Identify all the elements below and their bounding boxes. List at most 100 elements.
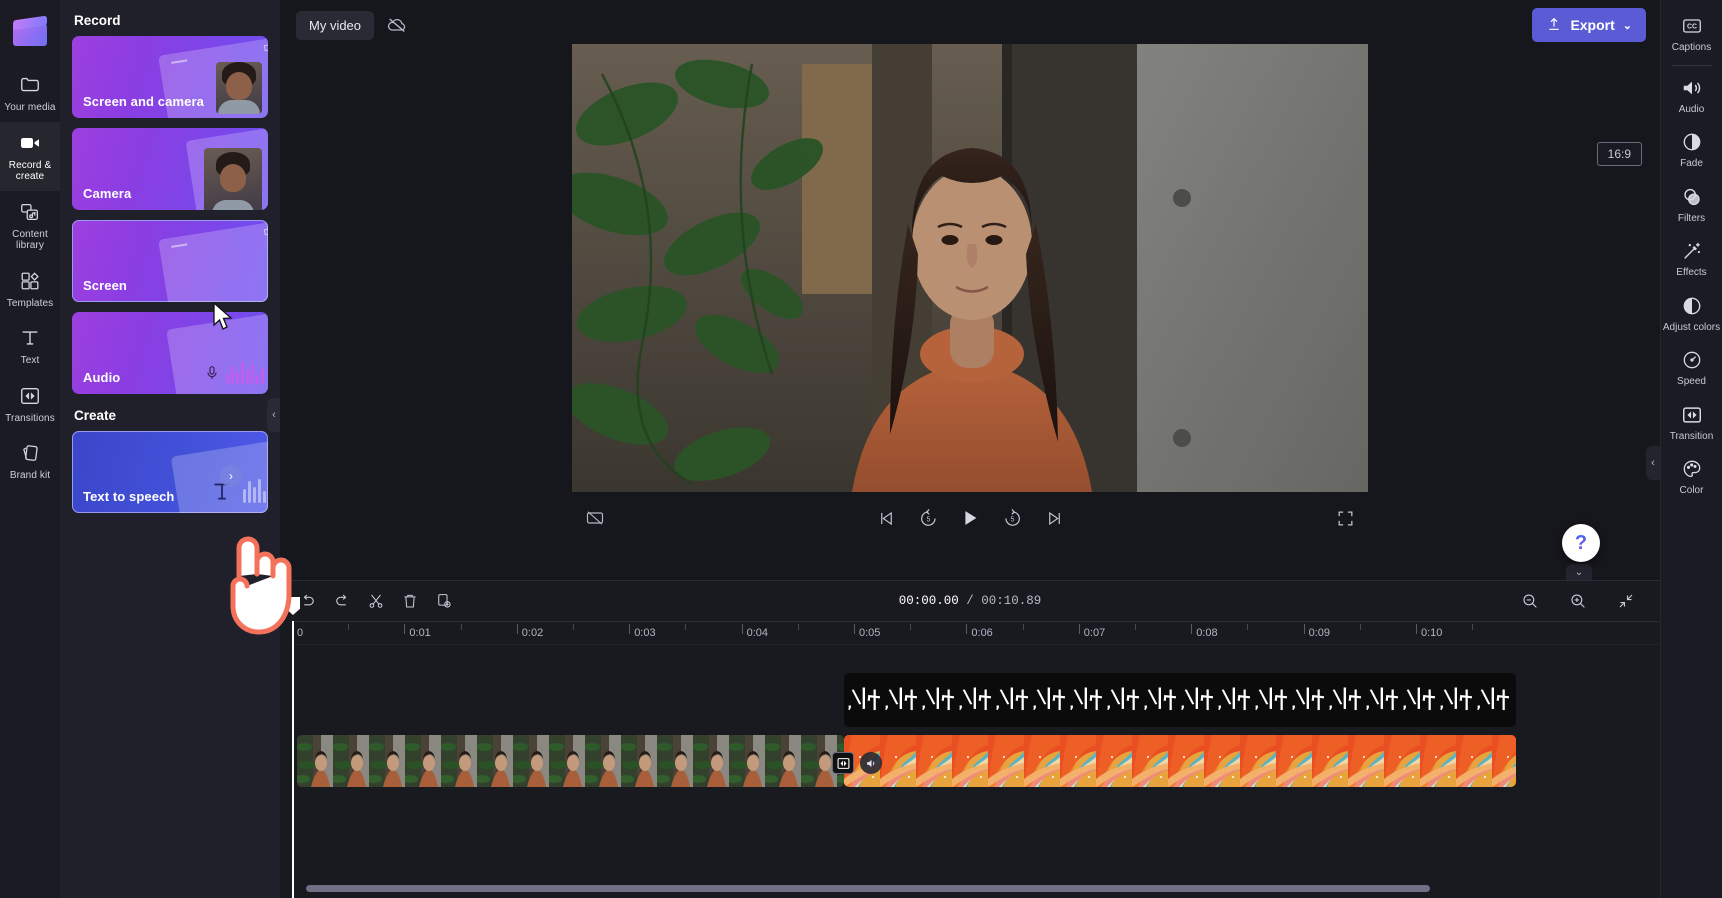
text-thumbnail: \, | ⌐ | [956, 685, 995, 713]
forward-5-icon[interactable]: 5 [999, 505, 1025, 531]
ruler-tick-label: 0:05 [859, 627, 881, 639]
text-thumbnail: \, | ⌐ | [919, 685, 958, 713]
fit-to-screen-button[interactable] [1612, 587, 1640, 615]
video-frame-thumbnail [1096, 735, 1132, 787]
card-label: Text to speech [83, 489, 175, 504]
video-camera-icon [18, 131, 42, 155]
sidebar-item-brand-kit[interactable]: Brand kit [0, 432, 60, 490]
text-clip[interactable]: \, | ⌐ | \, | ⌐ | \, | ⌐ | \, | ⌐ | \, | ⌐ | \, | ⌐ | \, | ⌐ | \, | ⌐ |… [844, 673, 1516, 727]
card-text-to-speech[interactable]: › Text to speech [72, 431, 268, 513]
rewind-5-icon[interactable]: 5 [915, 505, 941, 531]
video-frame-thumbnail [618, 735, 657, 787]
chevron-right-icon[interactable]: › [220, 465, 242, 487]
ruler-tick-label: 0 [297, 627, 304, 639]
video-frame-thumbnail [402, 735, 441, 787]
palette-icon [1680, 457, 1704, 481]
screen-art [158, 221, 268, 302]
card-audio[interactable]: Audio [72, 312, 268, 394]
zoom-out-button[interactable] [1516, 587, 1544, 615]
redo-button[interactable] [328, 587, 356, 615]
playhead[interactable] [286, 597, 300, 898]
templates-icon [18, 269, 42, 293]
split-button[interactable] [362, 587, 390, 615]
video-frame-thumbnail [366, 735, 405, 787]
sidebar-label: Record & create [8, 159, 52, 183]
panel-collapse-button[interactable]: ‹ [267, 398, 280, 432]
video-clip-a[interactable] [297, 735, 844, 787]
sidebar-label: Your media [4, 102, 56, 113]
current-time: 00:00.00 [898, 594, 959, 608]
video-frame-thumbnail [330, 735, 369, 787]
svg-text:5: 5 [1010, 516, 1014, 523]
preview-collapse-button[interactable]: ‹ [1646, 446, 1660, 480]
content-library-icon [18, 200, 42, 224]
fullscreen-icon[interactable] [1332, 505, 1358, 531]
video-frame-thumbnail [1456, 735, 1492, 787]
cloud-offline-icon[interactable] [382, 10, 412, 40]
tool-audio[interactable]: Audio [1661, 68, 1722, 123]
card-camera[interactable]: Camera [72, 128, 268, 210]
ruler-tick-label: 0:06 [971, 627, 993, 639]
tool-adjust-colors[interactable]: Adjust colors [1661, 286, 1722, 341]
help-button[interactable]: ? [1562, 524, 1600, 562]
tool-color[interactable]: Color [1661, 449, 1722, 504]
text-thumbnail: \, | ⌐ | [1326, 685, 1365, 713]
card-label: Camera [83, 186, 132, 201]
video-frame-thumbnail [438, 735, 477, 787]
video-frame-thumbnail [988, 735, 1024, 787]
card-screen-and-camera[interactable]: Screen and camera [72, 36, 268, 118]
help-question-icon: ? [1574, 531, 1588, 554]
clipchamp-editor: Your media Record & create Content libra… [0, 0, 1722, 898]
sidebar-item-templates[interactable]: Templates [0, 260, 60, 318]
video-frame-thumbnail [582, 735, 621, 787]
ruler-tick-label: 0:03 [634, 627, 656, 639]
skip-to-end-icon[interactable] [1041, 505, 1067, 531]
sidebar-item-your-media[interactable]: Your media [0, 64, 60, 122]
sidebar-item-content-library[interactable]: Content library [0, 191, 60, 260]
text-thumbnail: \, | ⌐ | [1067, 685, 1106, 713]
transition-badge[interactable] [832, 752, 854, 774]
tool-fade[interactable]: Fade [1661, 122, 1722, 177]
tool-captions[interactable]: CC Captions [1661, 6, 1722, 61]
video-frame-thumbnail [1384, 735, 1420, 787]
timeline-expand-caret[interactable]: ⌄ [1566, 564, 1592, 580]
video-frame-thumbnail [1240, 735, 1276, 787]
skip-to-start-icon[interactable] [873, 505, 899, 531]
video-preview[interactable] [572, 44, 1368, 492]
text-thumbnail: \, | ⌐ | [1474, 685, 1513, 713]
transition-icon [1680, 403, 1704, 427]
mic-wave-art [204, 362, 264, 384]
timeline-horizontal-scrollbar[interactable] [306, 885, 1430, 892]
tool-label: Transition [1669, 430, 1714, 442]
volume-badge[interactable] [860, 752, 882, 774]
tool-transition[interactable]: Transition [1661, 395, 1722, 450]
card-screen[interactable]: Screen [72, 220, 268, 302]
top-bar: My video Export ⌄ [280, 0, 1660, 50]
captions-off-icon[interactable] [582, 505, 608, 531]
filters-circles-icon [1680, 185, 1704, 209]
sidebar-item-text[interactable]: Text [0, 317, 60, 375]
video-frame-thumbnail [1060, 735, 1096, 787]
tool-filters[interactable]: Filters [1661, 177, 1722, 232]
divider [1671, 64, 1712, 66]
duplicate-button[interactable] [430, 587, 458, 615]
video-clip-b[interactable] [844, 735, 1516, 787]
sidebar-item-transitions[interactable]: Transitions [0, 375, 60, 433]
ruler-tick-label: 0:07 [1083, 627, 1106, 639]
speedometer-icon [1680, 348, 1704, 372]
export-button[interactable]: Export ⌄ [1532, 8, 1646, 42]
zoom-in-button[interactable] [1564, 587, 1592, 615]
panel-section-create: Create [74, 408, 117, 423]
delete-button[interactable] [396, 587, 424, 615]
play-icon[interactable] [957, 505, 983, 531]
timeline-ruler[interactable]: 0 0:01 0:02 0:03 0:04 0:05 0:06 0:07 0:08 0:09 0:1… [292, 621, 1660, 645]
tool-effects[interactable]: Effects [1661, 231, 1722, 286]
sidebar-label: Content library [12, 228, 48, 252]
sidebar-item-record-create[interactable]: Record & create [0, 121, 60, 191]
sidebar-label: Templates [6, 297, 54, 309]
aspect-ratio-badge[interactable]: 16:9 [1596, 142, 1642, 166]
tool-speed[interactable]: Speed [1661, 340, 1722, 395]
text-thumbnail: \, | ⌐ | [993, 685, 1032, 713]
card-label: Screen [83, 278, 127, 293]
project-title[interactable]: My video [296, 10, 375, 40]
